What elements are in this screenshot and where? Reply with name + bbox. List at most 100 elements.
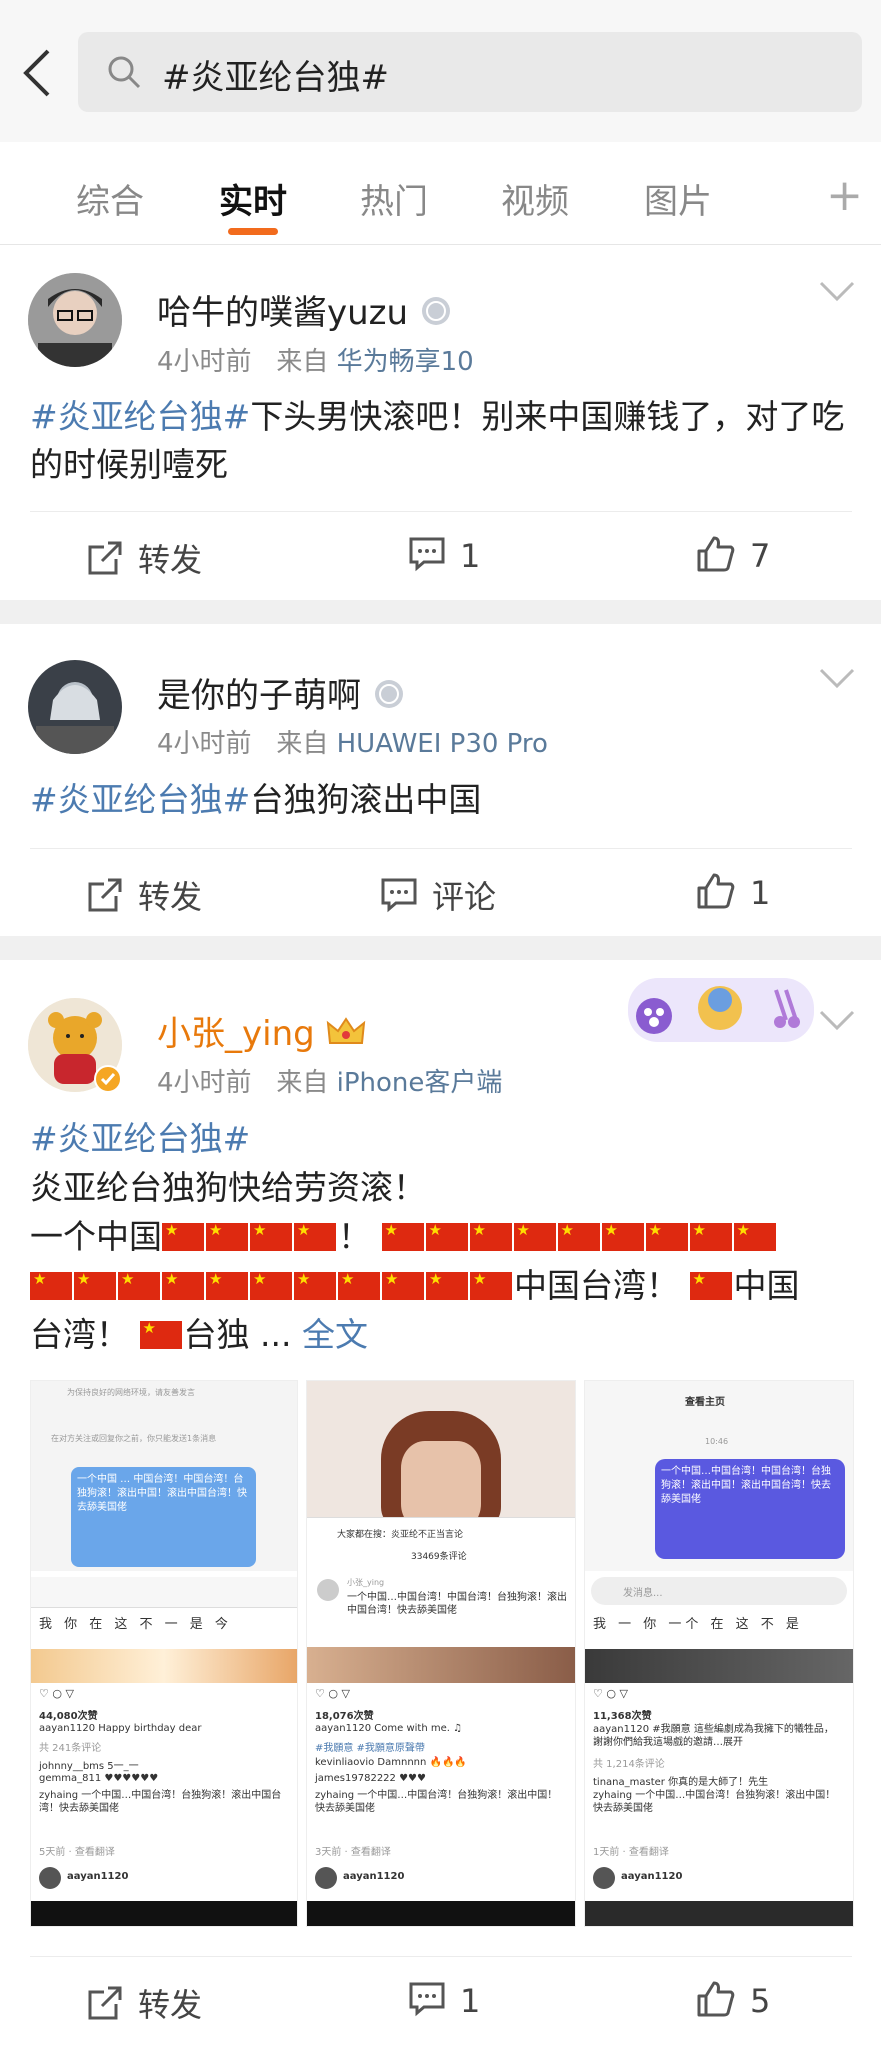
china-flag-icon <box>470 1270 512 1300</box>
china-flag-icon <box>469 1221 512 1251</box>
china-flag-icon <box>689 1270 732 1300</box>
tab-realtime[interactable]: 实时 <box>188 174 318 235</box>
china-flag-icon <box>733 1221 776 1251</box>
repost-button[interactable]: 转发 <box>86 535 202 581</box>
like-button[interactable]: 5 <box>696 1980 770 2020</box>
china-flag-icon <box>162 1270 204 1300</box>
user: aayan1120 <box>621 1871 683 1882</box>
thumbs-up-icon <box>697 536 735 572</box>
chat-bubble: 一个中国 … 中国台湾！中国台湾！台独狗滚！滚出中国！滚出中国台湾！快去舔美国佬 <box>71 1467 256 1567</box>
post-card: 是你的子萌啊 4小时前 来自 HUAWEI P30 Pro #炎亚纶台独#台独狗… <box>0 624 881 936</box>
timestamp: 1天前 · 查看翻译 <box>593 1847 669 1858</box>
tab-images[interactable]: 图片 <box>613 174 743 223</box>
post-text: #炎亚纶台独#下头男快滚吧！别来中国赚钱了，对了吃的时候别噎死 <box>30 393 854 489</box>
username-text: 是你的子萌啊 <box>157 676 361 716</box>
like-button[interactable]: 1 <box>696 872 770 912</box>
divider <box>30 1956 852 1957</box>
china-flag-icon <box>689 1221 732 1251</box>
post-source: 华为畅享10 <box>336 347 474 377</box>
post-body: 台独狗滚出中国 <box>250 780 482 819</box>
china-flag-icon <box>206 1270 248 1300</box>
china-flag-icon <box>382 1270 424 1300</box>
hashtag-link[interactable]: #炎亚纶台独# <box>30 1119 250 1158</box>
user: aayan1120 <box>343 1871 405 1882</box>
silver-badge-icon <box>419 293 453 333</box>
repost-button[interactable]: 转发 <box>86 872 202 918</box>
china-flag-icon <box>139 1319 182 1349</box>
repost-button[interactable]: 转发 <box>86 1980 202 2026</box>
caption: aayan1120 #我願意 這些編劇成為我擁下的犧牲品，謝謝你們給我這場戲的邀… <box>593 1724 834 1748</box>
comment-button[interactable]: 1 <box>408 1980 480 2020</box>
repost-label: 转发 <box>138 878 203 916</box>
top-bar: #炎亚纶台独# <box>0 0 881 142</box>
tab-bar: 综合 实时 热门 视频 图片 + <box>0 142 881 245</box>
avatar[interactable] <box>28 660 122 754</box>
source-prefix: 来自 <box>276 729 329 759</box>
chevron-down-icon[interactable] <box>819 1010 855 1036</box>
comment-icon <box>409 1982 445 2017</box>
source-prefix: 来自 <box>276 1068 329 1098</box>
repost-label: 转发 <box>138 541 203 579</box>
text-span: 一个中国 <box>30 1217 162 1256</box>
comment-button[interactable]: 评论 <box>380 872 496 918</box>
china-flag-icon <box>425 1221 468 1251</box>
post-line: 台湾！ 台独 ... 全文 <box>30 1310 854 1359</box>
comment-user: 小张_ying <box>347 1578 385 1587</box>
back-arrow-icon[interactable] <box>18 45 58 101</box>
crown-badge-icon <box>326 1014 366 1054</box>
post-text: #炎亚纶台独# 炎亚纶台独狗快给劳资滚！ 一个中国 ！ 中国台湾！ 中国 台湾！ … <box>30 1114 854 1359</box>
tab-hot[interactable]: 热门 <box>329 174 459 223</box>
post-image-2[interactable]: 大家都在搜：炎亚纶不正当言论 33469条评论 小张_ying 一个中国…中国台… <box>306 1380 576 1927</box>
username[interactable]: 小张_ying <box>157 1006 366 1055</box>
share-icon <box>88 541 122 575</box>
like-button[interactable]: 7 <box>696 535 770 575</box>
avatar[interactable] <box>28 273 122 367</box>
post-line: 炎亚纶台独狗快给劳资滚！ <box>30 1168 426 1207</box>
china-flag-icon <box>250 1270 292 1300</box>
post-time: 4小时前 <box>157 1068 252 1098</box>
tab-video[interactable]: 视频 <box>470 174 600 223</box>
separator <box>0 936 881 960</box>
keyboard-suggestions: 我 你 在 这 不 一 是 今 <box>39 1617 232 1632</box>
expand-full-text-link[interactable]: 全文 <box>302 1315 368 1354</box>
china-flag-icon <box>162 1221 204 1251</box>
hashtag-link[interactable]: #炎亚纶台独# <box>30 780 250 819</box>
separator <box>0 600 881 624</box>
tab-comprehensive[interactable]: 综合 <box>45 174 175 223</box>
comment-icon <box>409 537 445 572</box>
timestamp: 5天前 · 查看翻译 <box>39 1847 115 1858</box>
comment: zyhaing 一个中国…中国台湾！台独狗滚！滚出中国！快去舔美国佬 <box>593 1790 836 1814</box>
post-line: 一个中国 ！ <box>30 1212 854 1261</box>
comment-count: 1 <box>460 1982 481 2020</box>
like-count: 44,080次赞 <box>39 1711 98 1722</box>
add-tab-button[interactable]: + <box>826 170 863 221</box>
username-text: 哈牛的噗酱yuzu <box>157 293 409 333</box>
post-image-1[interactable]: 为保持良好的网络环境，请友善发言 在对方关注或回复你之前，你只能发送1条消息 一… <box>30 1380 298 1927</box>
comment-button[interactable]: 1 <box>408 535 480 575</box>
comment-label: 评论 <box>432 878 497 916</box>
china-flag-icon <box>118 1270 160 1300</box>
text-span: 中国台湾！ <box>514 1266 679 1305</box>
comment: tinana_master 你真的是大師了！先生 <box>593 1777 769 1788</box>
notice-text: 在对方关注或回复你之前，你只能发送1条消息 <box>51 1434 217 1443</box>
share-icon <box>88 878 122 912</box>
overlay-count: 33469条评论 <box>411 1552 467 1562</box>
post-time: 4小时前 <box>157 347 252 377</box>
message-input: 发消息... <box>623 1588 663 1599</box>
verified-badge-icon <box>94 1065 122 1097</box>
comment: zyhaing 一个中国…中国台湾！台独狗滚！滚出中国！快去舔美国佬 <box>315 1790 558 1814</box>
chevron-down-icon[interactable] <box>819 668 855 694</box>
post-image-3[interactable]: 查看主页 10:46 一个中国…中国台湾！中国台湾！台独狗滚！滚出中国！滚出中国… <box>584 1380 854 1927</box>
divider <box>30 848 852 849</box>
search-input[interactable]: #炎亚纶台独# <box>78 32 862 112</box>
username[interactable]: 哈牛的噗酱yuzu <box>157 285 453 334</box>
share-icon <box>88 1986 122 2020</box>
chevron-down-icon[interactable] <box>819 281 855 307</box>
post-meta: 4小时前 来自 HUAWEI P30 Pro <box>157 723 548 760</box>
comment: johnny__bms 5一_一 <box>39 1761 139 1772</box>
china-flag-icon <box>338 1270 380 1300</box>
post-card: 哈牛的噗酱yuzu 4小时前 来自 华为畅享10 #炎亚纶台独#下头男快滚吧！别… <box>0 245 881 600</box>
username[interactable]: 是你的子萌啊 <box>157 668 406 717</box>
hashtag-link[interactable]: #炎亚纶台独# <box>30 397 250 436</box>
china-flag-icon <box>513 1221 556 1251</box>
